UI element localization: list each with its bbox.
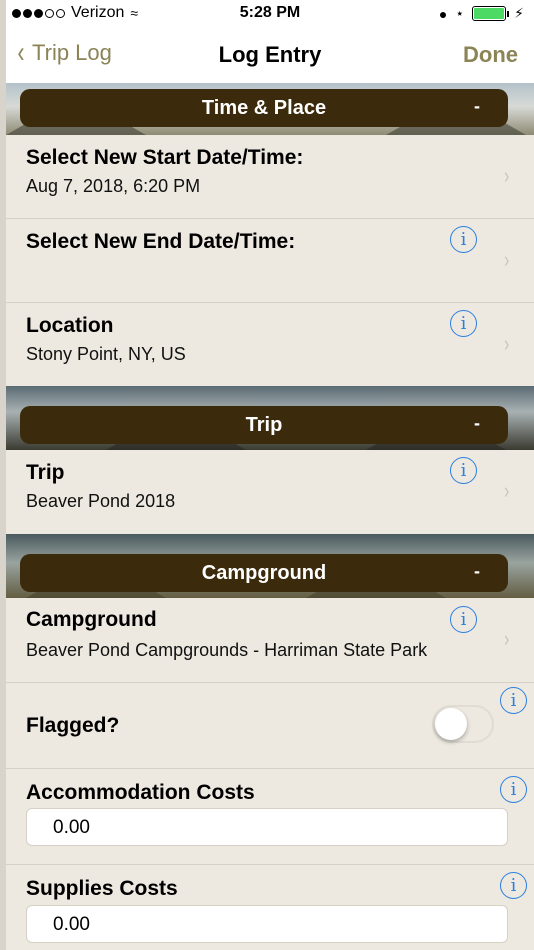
nav-bar: ‹ Trip Log Log Entry Done	[6, 28, 534, 83]
section-header-time-place[interactable]: Time & Place -	[20, 89, 508, 127]
row-title: Select New Start Date/Time:	[26, 146, 304, 169]
time-place-panel: Select New Start Date/Time: Aug 7, 2018,…	[6, 135, 534, 386]
done-button[interactable]: Done	[463, 42, 518, 68]
row-value: Beaver Pond Campgrounds - Harriman State…	[26, 640, 428, 660]
location-row[interactable]: Location Stony Point, NY, US i ›	[6, 303, 534, 386]
trip-row[interactable]: Trip Beaver Pond 2018 i ›	[6, 450, 534, 534]
row-title: Supplies Costs	[26, 877, 178, 900]
section-title: Time & Place	[201, 96, 327, 119]
chevron-right-icon: ›	[503, 163, 509, 188]
trip-panel: Trip Beaver Pond 2018 i ›	[6, 450, 534, 534]
row-value: Stony Point, NY, US	[26, 344, 186, 364]
supplies-costs-input[interactable]: 0.00	[26, 905, 508, 943]
section-header-campground[interactable]: Campground -	[20, 554, 508, 592]
orientation-lock-icon: ●	[438, 5, 448, 22]
flagged-row: Flagged? i	[6, 683, 534, 769]
chevron-right-icon: ›	[503, 478, 509, 503]
campground-row[interactable]: Campground Beaver Pond Campgrounds - Har…	[6, 598, 534, 683]
start-date-row[interactable]: Select New Start Date/Time: Aug 7, 2018,…	[6, 135, 534, 219]
status-right: ● ⋆ ⚡	[439, 5, 524, 22]
chevron-right-icon: ›	[503, 247, 509, 272]
section-title: Campground	[201, 561, 327, 584]
status-bar: Verizon ≈ 5:28 PM ● ⋆ ⚡	[6, 0, 534, 28]
row-value: Beaver Pond 2018	[26, 491, 176, 511]
info-icon[interactable]: i	[450, 226, 477, 253]
chevron-right-icon: ›	[503, 331, 509, 356]
supplies-row: Supplies Costs i 0.00	[6, 865, 534, 950]
page-title: Log Entry	[218, 42, 322, 67]
end-date-row[interactable]: Select New End Date/Time: i ›	[6, 219, 534, 303]
row-value: Aug 7, 2018, 6:20 PM	[26, 176, 201, 196]
collapse-icon: -	[474, 96, 480, 116]
collapse-icon: -	[474, 413, 480, 433]
info-icon[interactable]: i	[450, 310, 477, 337]
charging-icon: ⚡	[514, 5, 524, 21]
accommodation-row: Accommodation Costs i 0.00	[6, 769, 534, 865]
section-header-trip[interactable]: Trip -	[20, 406, 508, 444]
toggle-knob	[435, 708, 467, 740]
flagged-toggle[interactable]	[432, 705, 494, 743]
info-icon[interactable]: i	[450, 606, 477, 633]
collapse-icon: -	[474, 561, 480, 581]
battery-icon	[472, 6, 510, 21]
info-icon[interactable]: i	[500, 776, 527, 803]
row-title: Select New End Date/Time:	[26, 230, 296, 253]
bluetooth-icon: ⋆	[455, 5, 465, 21]
row-title: Accommodation Costs	[26, 781, 255, 804]
row-title: Location	[26, 314, 114, 337]
row-title: Campground	[26, 608, 157, 631]
campground-panel: Campground Beaver Pond Campgrounds - Har…	[6, 598, 534, 950]
info-icon[interactable]: i	[500, 687, 527, 714]
chevron-right-icon: ›	[503, 626, 509, 651]
section-title: Trip	[245, 413, 283, 436]
row-title: Flagged?	[26, 714, 120, 737]
accommodation-costs-input[interactable]: 0.00	[26, 808, 508, 846]
info-icon[interactable]: i	[500, 872, 527, 899]
row-title: Trip	[26, 461, 65, 484]
info-icon[interactable]: i	[450, 457, 477, 484]
